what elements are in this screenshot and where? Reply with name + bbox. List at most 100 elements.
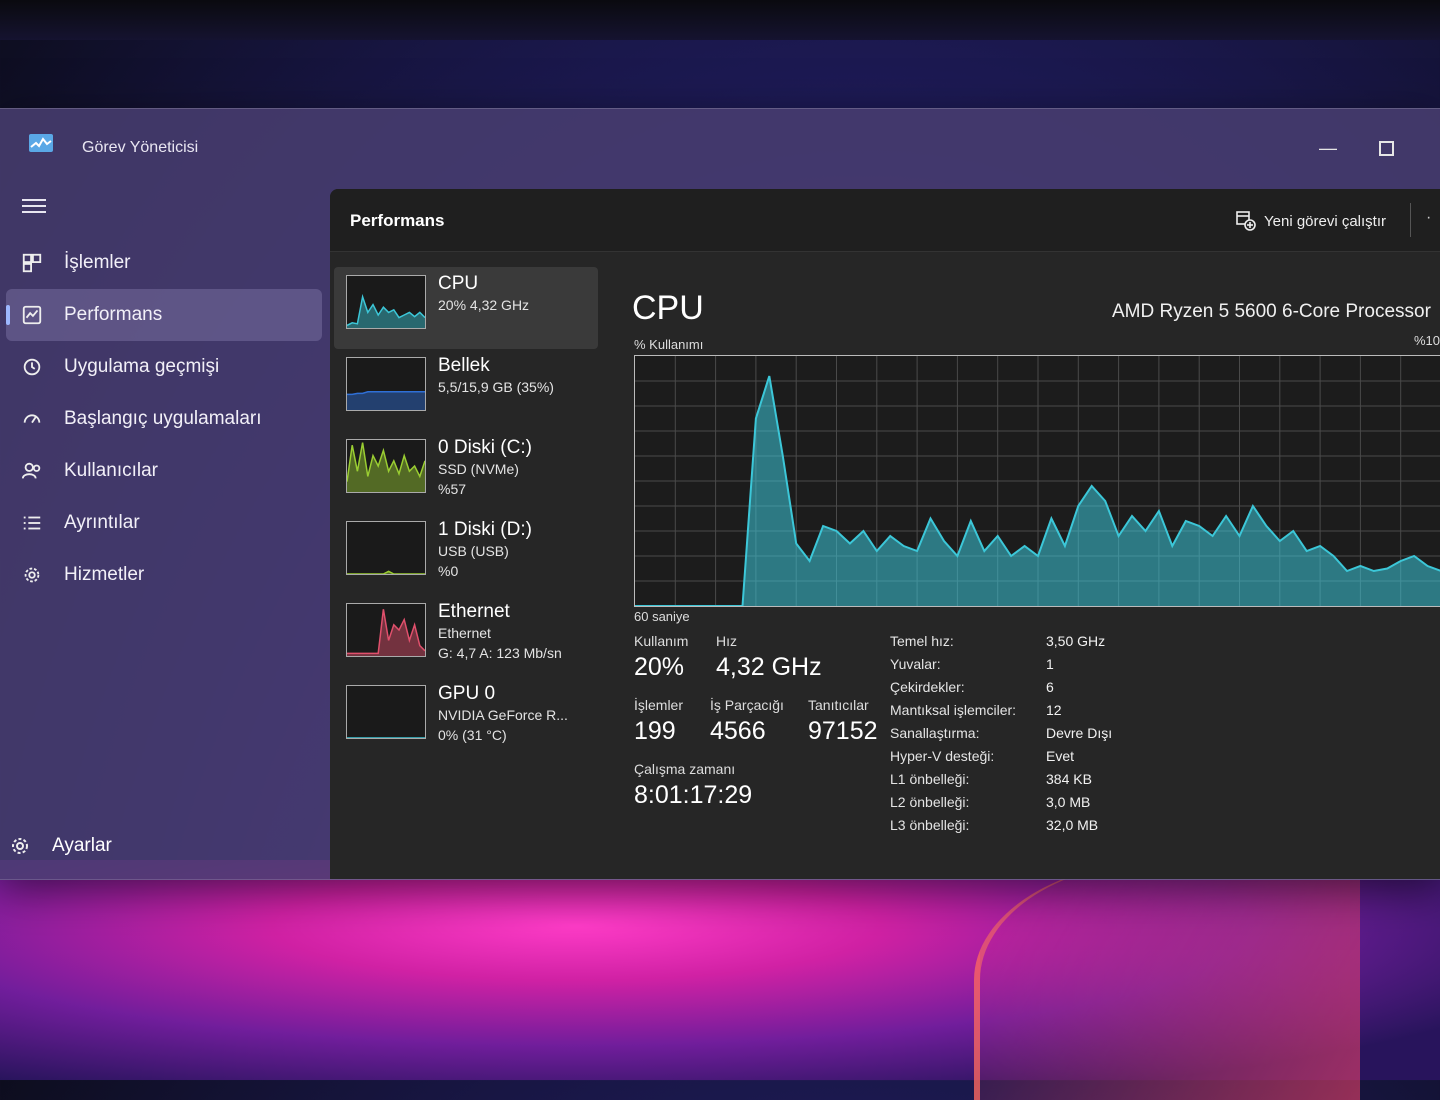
speed-stat-value: 4,32 GHz [716,653,822,681]
performance-icon [20,303,44,327]
device-detail: 5,5/15,9 GB (35%) [438,379,554,395]
run-task-icon [1236,211,1256,231]
device-item[interactable]: Bellek 5,5/15,9 GB (35%) [334,349,598,431]
processes-stat-value: 199 [634,717,676,745]
services-icon [20,563,44,587]
spec-label: Hyper-V desteği: [890,748,995,764]
sidebar-item-label: Başlangıç uygulamaları [64,408,262,429]
spec-value: 32,0 MB [1046,817,1099,833]
device-mini-graph [346,275,426,329]
device-item[interactable]: GPU 0 NVIDIA GeForce R... 0% (31 °C) [334,677,598,759]
sidebar-item-startup[interactable]: Başlangıç uygulamaları [0,393,330,445]
sidebar-item-services[interactable]: Hizmetler [0,549,330,601]
details-icon [20,511,44,535]
graph-time-label: 60 saniye [634,609,690,624]
task-manager-app-icon [29,134,53,152]
startup-icon [20,407,44,431]
device-list: CPU 20% 4,32 GHz Bellek 5,5/15,9 GB (35%) 0 … [330,267,600,759]
spec-value: 384 KB [1046,771,1092,787]
device-name: Ethernet [438,601,510,622]
uptime-stat-value: 8:01:17:29 [634,781,753,809]
sidebar-nav: İşlemler Performans Uygulama geçmişi Başlan… [0,237,330,601]
device-item[interactable]: 0 Diski (C:) SSD (NVMe) %57 [334,431,598,513]
cpu-heading: CPU [632,289,704,327]
spec-value: Devre Dışı [1046,725,1113,741]
speed-stat-label: Hız [716,633,737,649]
handles-stat-label: Tanıtıcılar [808,697,869,713]
desktop-wallpaper [0,860,1440,1100]
device-usage: %57 [438,481,467,497]
toolbar-separator [1410,203,1411,237]
device-name: GPU 0 [438,683,496,704]
sidebar-item-processes[interactable]: İşlemler [0,237,330,289]
uptime-stat-label: Çalışma zamanı [634,761,736,777]
processes-stat-label: İşlemler [634,697,684,713]
title-bar[interactable]: Görev Yöneticisi — [0,109,1440,189]
sidebar-item-performance[interactable]: Performans [6,289,322,341]
settings-label: Ayarlar [52,835,112,856]
device-item[interactable]: Ethernet Ethernet G: 4,7 A: 123 Mb/sn [334,595,598,677]
wallpaper-swirl [974,860,1360,1100]
sidebar-item-label: İşlemler [64,252,131,273]
spec-value: Evet [1046,748,1075,764]
monitor-bezel [0,0,1440,40]
spec-label: L3 önbelleği: [890,817,970,833]
device-mini-graph [346,603,426,657]
page-title: Performans [350,211,445,230]
spec-label: L1 önbelleği: [890,771,970,787]
content-header: Performans Yeni görevi çalıştır · [330,189,1440,252]
sidebar-item-label: Uygulama geçmişi [64,356,220,377]
device-detail: USB (USB) [438,543,509,559]
device-detail: SSD (NVMe) [438,461,519,477]
history-icon [20,355,44,379]
sidebar-item-label: Ayrıntılar [64,512,140,533]
device-usage: 0% (31 °C) [438,727,507,743]
device-usage: G: 4,7 A: 123 Mb/sn [438,645,562,661]
users-icon [20,459,44,483]
handles-stat-value: 97152 [808,717,878,745]
spec-label: Yuvalar: [890,656,941,672]
spec-value: 3,0 MB [1046,794,1091,810]
device-name: 0 Diski (C:) [438,437,532,458]
sidebar-item-details[interactable]: Ayrıntılar [0,497,330,549]
graph-max-label: %100 [1414,333,1440,348]
spec-value: 6 [1046,679,1054,695]
cpu-detail-panel: CPU AMD Ryzen 5 5600 6-Core Processor % … [610,267,1440,879]
gear-icon [12,838,28,854]
device-detail: NVIDIA GeForce R... [438,707,568,723]
maximize-icon [1378,140,1394,156]
minimize-icon: — [1319,137,1337,158]
spec-value: 3,50 GHz [1046,633,1106,649]
spec-label: L2 önbelleği: [890,794,970,810]
device-name: CPU [438,273,479,294]
device-name: 1 Diski (D:) [438,519,532,540]
sidebar-item-label: Performans [64,304,163,325]
device-item[interactable]: CPU 20% 4,32 GHz [334,267,598,349]
threads-stat-value: 4566 [710,717,766,745]
threads-stat-label: İş Parçacığı [710,697,784,713]
spec-value: 12 [1046,702,1062,718]
device-detail: Ethernet [438,625,491,641]
device-mini-graph [346,685,426,739]
run-new-task-button[interactable]: Yeni görevi çalıştır [1236,211,1386,231]
sidebar-item-users[interactable]: Kullanıcılar [0,445,330,497]
maximize-button[interactable] [1366,133,1406,163]
usage-stat-label: Kullanım [634,633,689,649]
usage-stat-value: 20% [634,653,685,681]
spec-label: Mantıksal işlemciler: [890,702,1017,718]
device-detail: 20% 4,32 GHz [438,297,530,313]
sidebar-item-history[interactable]: Uygulama geçmişi [0,341,330,393]
spec-label: Çekirdekler: [890,679,965,695]
graph-usage-label: % Kullanımı [634,337,704,352]
settings-nav-item[interactable]: Ayarlar [0,824,300,868]
processes-icon [20,251,44,275]
run-new-task-label: Yeni görevi çalıştır [1264,212,1387,230]
device-item[interactable]: 1 Diski (D:) USB (USB) %0 [334,513,598,595]
device-mini-graph [346,521,426,575]
minimize-button[interactable]: — [1308,133,1348,163]
hamburger-menu-icon[interactable] [22,195,50,219]
spec-value: 1 [1046,656,1054,672]
content-pane: Performans Yeni görevi çalıştır · CPU 20%… [330,189,1440,879]
more-options-icon[interactable]: · [1426,209,1431,227]
device-mini-graph [346,439,426,493]
